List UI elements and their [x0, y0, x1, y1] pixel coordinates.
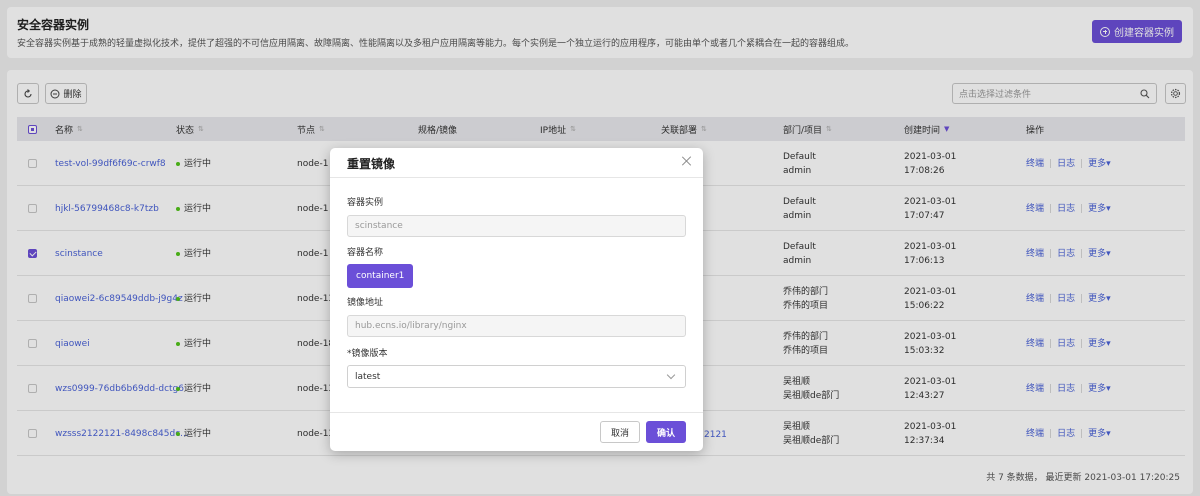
modal-title: 重置镜像	[347, 157, 396, 171]
image-address-field: hub.ecns.io/library/nginx	[347, 315, 686, 337]
chevron-down-icon	[666, 370, 676, 380]
container-tag-button[interactable]: container1	[347, 264, 414, 288]
modal-footer: 取消 确认	[330, 412, 703, 451]
instance-field: scinstance	[347, 215, 686, 237]
image-version-select[interactable]: latest	[347, 365, 686, 388]
confirm-button[interactable]: 确认	[646, 421, 686, 443]
modal-header: 重置镜像	[330, 148, 703, 178]
image-version-label: *镜像版本	[347, 349, 388, 359]
close-icon[interactable]	[682, 156, 692, 166]
container-name-label: 容器名称	[347, 248, 384, 258]
reset-image-modal: 重置镜像 容器实例 scinstance 容器名称 container1 镜像地…	[330, 148, 703, 451]
image-address-label: 镜像地址	[347, 298, 384, 308]
cancel-button[interactable]: 取消	[600, 421, 640, 443]
instance-label: 容器实例	[347, 198, 384, 208]
